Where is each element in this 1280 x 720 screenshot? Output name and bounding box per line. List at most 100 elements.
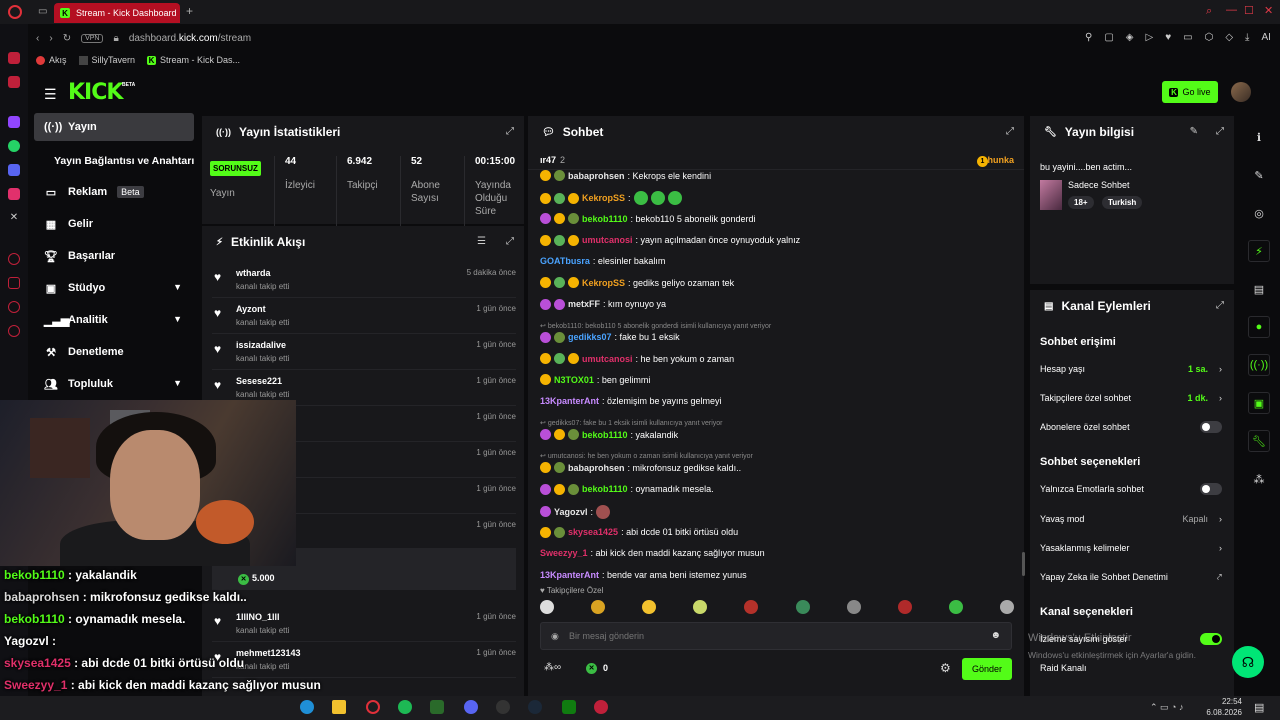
back-icon[interactable]: ‹ bbox=[36, 33, 39, 44]
chat-username[interactable]: 13KpanterAnt bbox=[540, 570, 599, 580]
chat-message[interactable]: gedikks07: fake bu 1 eksik bbox=[540, 331, 680, 343]
chat-message[interactable]: skysea1425: abi dcde 01 bitki örtüsü old… bbox=[540, 526, 738, 538]
sidebar-item-denetleme[interactable]: ⚒ Denetleme bbox=[34, 338, 194, 366]
chat-message[interactable]: umutcanosi: he ben yokum o zaman bbox=[540, 353, 734, 365]
chat-username[interactable]: GOATbusra bbox=[540, 256, 590, 266]
chat-message[interactable]: babaprohsen: Kekrops ele kendini bbox=[540, 170, 711, 181]
chat-username[interactable]: skysea1425 bbox=[568, 527, 618, 537]
lightning-icon[interactable]: ⚡︎ bbox=[1248, 240, 1270, 262]
expand-icon[interactable]: ⤢ bbox=[1006, 126, 1014, 137]
instagram-icon[interactable] bbox=[8, 188, 20, 200]
chat-username[interactable]: Yagozvl bbox=[554, 507, 588, 517]
minimize-icon[interactable]: — bbox=[1226, 4, 1237, 16]
wallet-icon[interactable] bbox=[8, 277, 20, 289]
support-button[interactable]: ☊ bbox=[1232, 646, 1264, 678]
bookmark-sillytavern[interactable]: SillyTavern bbox=[78, 55, 135, 65]
edge-icon[interactable] bbox=[300, 700, 314, 714]
sidebar-item-reklam[interactable]: ▭ Reklam Beta bbox=[34, 178, 194, 206]
chat-message[interactable]: Sweezyy_1: abi kick den maddi kazanç sağ… bbox=[540, 548, 765, 558]
view-count-toggle[interactable] bbox=[1200, 633, 1222, 645]
chat-message[interactable]: metxFF: kım oynuyo ya bbox=[540, 298, 666, 310]
system-tray[interactable]: ⌃ ▭ ◔ ♪ bbox=[1150, 702, 1183, 713]
chat-message[interactable]: umutcanosi: yayın açılmadan önce oynuyod… bbox=[540, 234, 800, 246]
hamburger-menu-icon[interactable]: ☰ bbox=[44, 86, 57, 103]
chat-username[interactable]: metxFF bbox=[568, 299, 600, 309]
kick-logo[interactable]: KICK bbox=[68, 80, 123, 105]
sidebar-item-stream-key[interactable]: Yayın Bağlantısı ve Anahtarı bbox=[48, 147, 208, 175]
subscribers-only-toggle[interactable] bbox=[1200, 421, 1222, 433]
chat-username[interactable]: KekropSS bbox=[582, 193, 625, 203]
opera-sidebar-item-icon[interactable] bbox=[8, 76, 20, 88]
heart-icon[interactable]: ♥ bbox=[1165, 32, 1171, 43]
steam-icon[interactable] bbox=[528, 700, 542, 714]
chat-message[interactable]: N3TOX01: ben gelimmi bbox=[540, 374, 650, 386]
pencil-icon[interactable]: ✎ bbox=[1248, 164, 1270, 186]
go-live-button[interactable]: K Go live bbox=[1162, 81, 1218, 103]
chat-username[interactable]: bekob1110 bbox=[582, 484, 628, 494]
chat-username[interactable]: babaprohsen bbox=[568, 171, 625, 181]
broadcast-icon[interactable]: ((·)) bbox=[1248, 354, 1270, 376]
emote-icon[interactable] bbox=[846, 600, 861, 614]
tab-menu-icon[interactable]: ▭ bbox=[38, 6, 47, 17]
discord-icon[interactable] bbox=[8, 164, 20, 176]
twitch-icon[interactable] bbox=[8, 116, 20, 128]
chat-input[interactable] bbox=[569, 628, 969, 644]
edit-icon[interactable]: ✎ bbox=[1190, 126, 1198, 137]
emote-icon[interactable] bbox=[693, 600, 708, 614]
emote-icon[interactable] bbox=[591, 600, 606, 614]
new-tab-icon[interactable]: + bbox=[186, 4, 193, 18]
chat-bubble-icon[interactable]: ● bbox=[1248, 316, 1270, 338]
chat-username[interactable]: umutcanosi bbox=[582, 235, 633, 245]
chat-message[interactable]: babaprohsen: mikrofonsuz gedikse kaldı.. bbox=[540, 462, 741, 474]
expand-icon[interactable]: ⤢ bbox=[506, 236, 514, 247]
chat-username[interactable]: bekob1110 bbox=[582, 430, 628, 440]
chat-input-box[interactable]: ◉ ☻ bbox=[540, 622, 1012, 650]
sidebar-item-analitik[interactable]: ▁▃▅ Analitik ▼ bbox=[34, 306, 194, 334]
emote-only-toggle[interactable] bbox=[1200, 483, 1222, 495]
filter-icon[interactable]: ☰ bbox=[477, 236, 486, 247]
wrench-icon[interactable]: 🔧︎ bbox=[1248, 430, 1270, 452]
x-icon[interactable]: ✕ bbox=[10, 212, 18, 223]
row-ai-moderation[interactable]: Yapay Zeka ile Sohbet Denetimi ⤤ bbox=[1040, 572, 1222, 583]
close-icon[interactable]: ✕ bbox=[1264, 4, 1273, 17]
sidebar-item-basarilar[interactable]: 🏆︎ Başarılar bbox=[34, 242, 194, 270]
send-button[interactable]: Gönder bbox=[962, 658, 1012, 680]
avatar[interactable] bbox=[1231, 82, 1251, 102]
emote-icon[interactable] bbox=[744, 600, 759, 614]
emote-icon[interactable] bbox=[999, 600, 1014, 614]
sidebar-item-gelir[interactable]: ▦ Gelir bbox=[34, 210, 194, 238]
chat-message[interactable]: KekropSS: bbox=[540, 191, 682, 206]
box-icon[interactable]: ▭ bbox=[1183, 32, 1192, 43]
discord-icon[interactable] bbox=[464, 700, 478, 714]
emote-icon[interactable] bbox=[642, 600, 657, 614]
row-banned-words[interactable]: Yasaklanmış kelimeler › bbox=[1040, 543, 1222, 553]
shield-icon[interactable]: ◈ bbox=[1126, 32, 1134, 43]
chat-message[interactable]: 13KpanterAnt: özlemişim be yayıns gelmey… bbox=[540, 396, 722, 406]
clock-time[interactable]: 22:54 bbox=[1206, 697, 1242, 706]
chat-message[interactable]: GOATbusra: elesinler bakalım bbox=[540, 256, 665, 266]
chat-username[interactable]: KekropSS bbox=[582, 278, 625, 288]
cube-icon[interactable]: ◇ bbox=[1225, 32, 1233, 43]
reload-icon[interactable]: ↻ bbox=[63, 33, 71, 44]
chat-settings-icon[interactable]: ◉ bbox=[551, 631, 559, 642]
channel-icon[interactable]: ▣ bbox=[1248, 392, 1270, 414]
row-slow-mode[interactable]: Yavaş mod Kapalı › bbox=[1040, 514, 1222, 524]
expand-icon[interactable]: ⤢ bbox=[506, 126, 514, 137]
settings-icon[interactable] bbox=[8, 325, 20, 337]
snapshot-icon[interactable]: ▢ bbox=[1104, 32, 1113, 43]
bookmark-akis[interactable]: Akış bbox=[36, 55, 67, 65]
sidebar-item-yayin[interactable]: ((·)) Yayın bbox=[34, 113, 194, 141]
emote-icon[interactable] bbox=[540, 600, 554, 614]
chat-message[interactable]: bekob1110: oynamadık mesela. bbox=[540, 483, 714, 495]
row-raid-channel[interactable]: Raid Kanalı bbox=[1040, 663, 1222, 673]
opera-icon[interactable] bbox=[366, 700, 380, 714]
download-icon[interactable]: ⤓ bbox=[1245, 32, 1249, 43]
gear-icon[interactable]: ⚙ bbox=[940, 661, 951, 675]
notification-icon[interactable]: ▤ bbox=[1254, 701, 1264, 714]
opera-logo-icon[interactable] bbox=[8, 5, 22, 19]
vpn-badge[interactable]: VPN bbox=[81, 33, 104, 43]
row-followers-only[interactable]: Takipçilere özel sohbet 1 dk. › bbox=[1040, 393, 1222, 403]
sidebar-item-studyo[interactable]: ▣ Stüdyo ▼ bbox=[34, 274, 194, 302]
chat-scrollbar[interactable] bbox=[1022, 552, 1025, 576]
obs-icon[interactable] bbox=[496, 700, 510, 714]
